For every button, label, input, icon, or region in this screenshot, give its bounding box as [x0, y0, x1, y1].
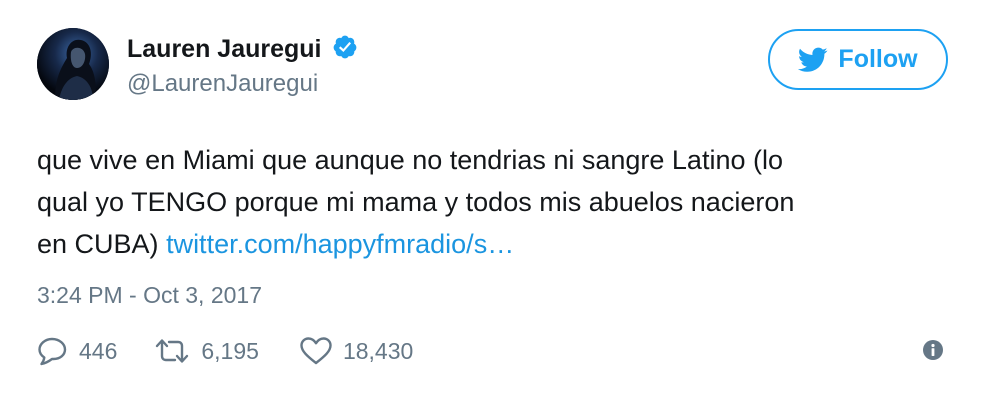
verified-badge-icon — [332, 34, 358, 60]
info-circle-icon[interactable] — [922, 339, 944, 361]
avatar[interactable] — [37, 28, 109, 100]
follow-button[interactable]: Follow — [768, 29, 948, 90]
twitter-bird-icon — [798, 47, 828, 72]
tweet-timestamp[interactable]: 3:24 PM - Oct 3, 2017 — [37, 281, 262, 309]
reply-count: 446 — [79, 337, 118, 364]
follow-label: Follow — [838, 45, 918, 73]
like-count: 18,430 — [342, 337, 414, 364]
user-handle[interactable]: @LaurenJauregui — [127, 70, 358, 98]
reply-button[interactable]: 446 — [37, 336, 117, 366]
tweet-text-segment: en CUBA) — [37, 229, 159, 259]
user-info: Lauren Jauregui @LaurenJauregui — [127, 34, 358, 98]
tweet-text: que vive en Miami que aunque no tendrias… — [37, 139, 957, 265]
tweet-link[interactable]: twitter.com/happyfmradio/s… — [166, 229, 514, 259]
tweet-card: Lauren Jauregui @LaurenJauregui Follow q… — [0, 0, 988, 400]
display-name[interactable]: Lauren Jauregui — [127, 34, 322, 64]
tweet-text-line: que vive en Miami que aunque no tendrias… — [37, 145, 783, 175]
like-button[interactable]: 18,430 — [299, 336, 413, 366]
tweet-actions: 446 6,195 18,430 — [37, 333, 413, 369]
tweet-text-line: en CUBA) twitter.com/happyfmradio/s… — [37, 223, 957, 265]
heart-icon — [300, 337, 332, 365]
speech-bubble-icon — [38, 337, 67, 366]
avatar-image — [37, 28, 109, 100]
retweet-arrows-icon — [156, 339, 189, 363]
retweet-count: 6,195 — [201, 337, 259, 364]
retweet-button[interactable]: 6,195 — [153, 338, 259, 365]
tweet-text-line: qual yo TENGO porque mi mama y todos mis… — [37, 187, 795, 217]
